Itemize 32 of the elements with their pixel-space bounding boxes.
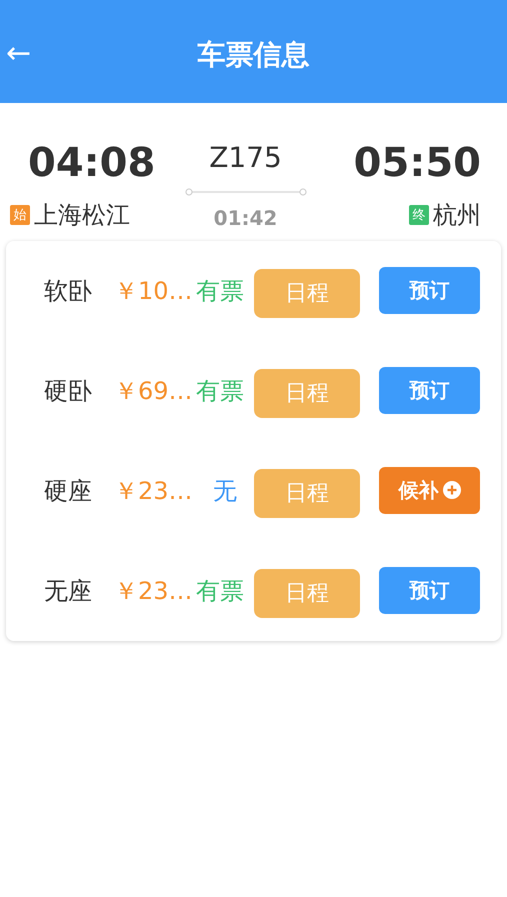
ticket-availability: 有票 [196, 276, 245, 307]
train-number: Z175 [209, 140, 282, 176]
seat-price: ￥69… [114, 376, 194, 407]
origin-badge: 始 [10, 205, 30, 225]
schedule-button[interactable]: 日程 [254, 368, 360, 418]
schedule-button[interactable]: 日程 [254, 568, 360, 618]
book-button[interactable]: 预订 [379, 266, 480, 314]
seat-price: ￥23… [114, 576, 194, 607]
destination-badge: 终 [409, 205, 429, 225]
back-button[interactable]: ← [6, 36, 32, 72]
seat-type: 无座 [44, 576, 93, 607]
arrival-time: 05:50 [354, 139, 481, 188]
ticket-availability: 有票 [196, 376, 245, 407]
seat-type: 硬卧 [44, 376, 93, 407]
trip-duration: 01:42 [214, 205, 278, 232]
book-button[interactable]: 预订 [379, 566, 480, 614]
seat-price: ￥23… [114, 476, 194, 507]
departure-time: 04:08 [27, 139, 156, 188]
ticket-availability: 无 [212, 476, 238, 507]
book-button[interactable]: 预订 [379, 366, 480, 414]
waitlist-button[interactable]: 候补 [379, 466, 480, 514]
destination-station: 杭州 [433, 200, 481, 231]
page-title: 车票信息 [198, 36, 310, 72]
schedule-button[interactable]: 日程 [254, 268, 360, 318]
origin-station: 上海松江 [34, 200, 130, 231]
seat-type: 软卧 [44, 276, 93, 307]
seat-type: 硬座 [44, 476, 93, 507]
seat-price: ￥10… [114, 276, 194, 307]
plus-circle-icon [442, 481, 460, 499]
schedule-button[interactable]: 日程 [254, 468, 360, 518]
route-line-icon [184, 187, 306, 197]
ticket-availability: 有票 [196, 576, 245, 607]
